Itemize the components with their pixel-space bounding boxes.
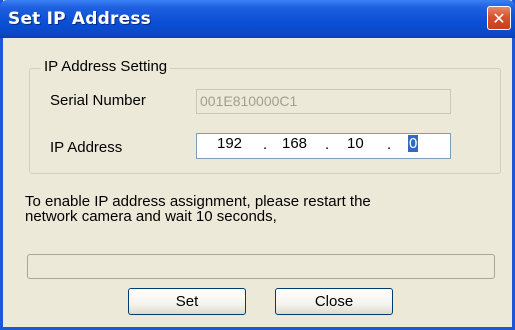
ip-octet-2[interactable]: 168 (282, 135, 307, 152)
progress-bar (27, 254, 495, 279)
group-legend: IP Address Setting (41, 58, 171, 75)
ip-octet-1[interactable]: 192 (217, 135, 242, 152)
message-line-2: network camera and wait 10 seconds, (25, 208, 277, 225)
close-window-button[interactable]: ✕ (487, 6, 511, 30)
title-bar[interactable]: Set IP Address ✕ (0, 0, 515, 38)
ip-address-label: IP Address (50, 139, 123, 156)
message-line-1: To enable IP address assignment, please … (25, 193, 371, 210)
serial-number-label: Serial Number (50, 92, 146, 109)
set-button[interactable]: Set (128, 288, 246, 315)
ip-address-input[interactable]: 192 . 168 . 10 . 0 (196, 133, 451, 159)
close-icon: ✕ (492, 8, 506, 28)
close-button[interactable]: Close (275, 288, 393, 315)
ip-dot-3: . (387, 136, 392, 153)
ip-octet-3[interactable]: 10 (347, 135, 364, 152)
ip-dot-1: . (263, 136, 268, 153)
ip-octet-4[interactable]: 0 (408, 135, 419, 152)
window-title: Set IP Address (8, 9, 151, 29)
dialog-window: Set IP Address ✕ IP Address Setting Seri… (0, 0, 515, 330)
serial-number-field: 001E810000C1 (196, 89, 451, 114)
instruction-message: To enable IP address assignment, please … (25, 194, 505, 224)
ip-dot-2: . (325, 136, 330, 153)
